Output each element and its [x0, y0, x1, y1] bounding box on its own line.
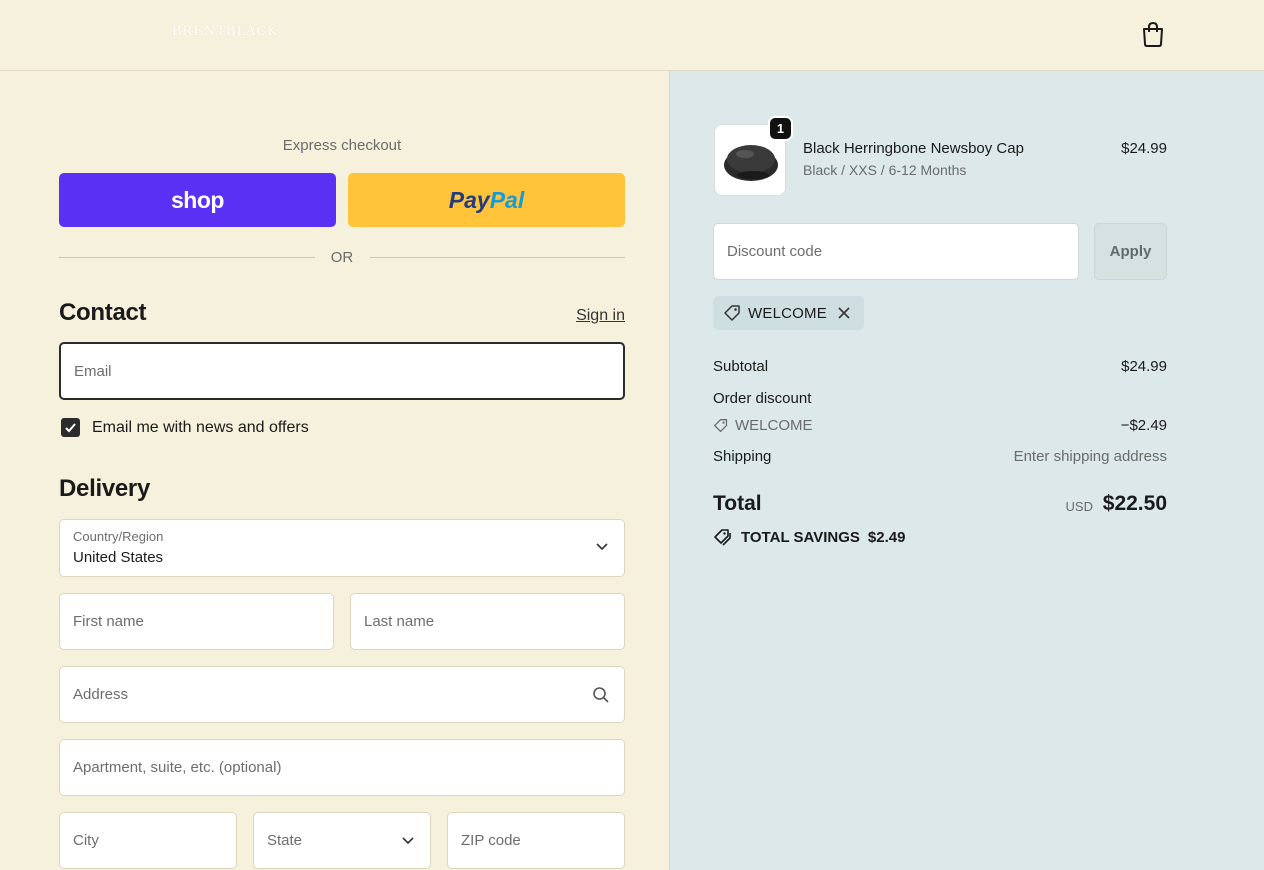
order-discount-label: Order discount — [713, 390, 812, 407]
state-value: State — [267, 832, 303, 849]
applied-discount-code: WELCOME — [748, 305, 827, 322]
chevron-down-icon — [596, 543, 608, 551]
address-input[interactable] — [60, 667, 624, 722]
country-label: Country/Region — [73, 529, 164, 544]
last-name-field[interactable] — [350, 593, 625, 650]
paypal-label-pal: Pal — [489, 186, 525, 213]
email-field[interactable] — [59, 342, 625, 400]
shop-pay-label: shop — [171, 186, 224, 213]
chevron-down-icon — [402, 837, 414, 845]
header: BRENTBLACK — [0, 0, 1264, 71]
newsletter-label[interactable]: Email me with news and offers — [92, 419, 309, 437]
country-value: United States — [73, 549, 164, 566]
subtotal-value: $24.99 — [1121, 358, 1167, 375]
shipping-label: Shipping — [713, 448, 772, 465]
country-select[interactable]: Country/Region United States — [59, 519, 625, 577]
delivery-heading: Delivery — [59, 475, 150, 502]
total-label: Total — [713, 492, 762, 515]
order-discount-code: WELCOME — [735, 417, 813, 434]
order-summary: 1 Black Herringbone Newsboy Cap Black / … — [669, 71, 1264, 870]
subtotal-label: Subtotal — [713, 358, 769, 375]
or-label: OR — [330, 249, 354, 266]
zip-field[interactable] — [447, 812, 625, 869]
discount-code-input[interactable] — [714, 224, 1078, 279]
email-input[interactable] — [61, 344, 623, 398]
apply-button[interactable]: Apply — [1094, 223, 1167, 280]
tag-icon — [714, 418, 728, 432]
store-logo[interactable]: BRENTBLACK — [172, 24, 278, 39]
express-checkout-title: Express checkout — [282, 137, 402, 154]
total-value: $22.50 — [1102, 492, 1167, 515]
first-name-input[interactable] — [60, 594, 333, 649]
contact-heading: Contact — [59, 299, 147, 326]
city-field[interactable] — [59, 812, 237, 869]
state-select[interactable]: State — [253, 812, 431, 869]
product-price: $24.99 — [1121, 140, 1167, 157]
apartment-input[interactable] — [60, 740, 624, 795]
last-name-input[interactable] — [351, 594, 624, 649]
applied-discount-chip: WELCOME — [713, 296, 864, 330]
order-discount-value: −$2.49 — [1120, 417, 1167, 434]
tag-icon — [724, 305, 740, 321]
checkout-form: Express checkout shop Pay Pal OR Contact … — [0, 71, 669, 870]
checkmark-icon — [65, 423, 76, 433]
address-field[interactable] — [59, 666, 625, 723]
order-discount-code-row: WELCOME — [713, 417, 813, 434]
first-name-field[interactable] — [59, 593, 334, 650]
product-name: Black Herringbone Newsboy Cap — [803, 140, 1024, 157]
discount-code-field[interactable] — [713, 223, 1079, 280]
close-icon[interactable] — [837, 306, 851, 320]
savings-value: $2.49 — [867, 528, 906, 546]
paypal-label-pay: Pay — [448, 186, 490, 213]
or-divider: OR — [59, 248, 625, 268]
shipping-value: Enter shipping address — [1013, 448, 1167, 465]
currency-code: USD — [1065, 499, 1093, 514]
apartment-field[interactable] — [59, 739, 625, 796]
shop-pay-button[interactable]: shop — [59, 173, 336, 227]
quantity-badge: 1 — [768, 116, 793, 141]
savings-label: TOTAL SAVINGS — [741, 528, 860, 546]
product-variant: Black / XXS / 6-12 Months — [803, 162, 967, 178]
paypal-button[interactable]: Pay Pal — [348, 173, 625, 227]
zip-input[interactable] — [448, 813, 624, 868]
newsletter-checkbox[interactable] — [61, 418, 80, 437]
tags-icon — [714, 529, 731, 546]
shopping-bag-icon[interactable] — [1141, 21, 1165, 47]
total-savings: TOTAL SAVINGS $2.49 — [713, 528, 905, 546]
sign-in-link[interactable]: Sign in — [540, 307, 625, 325]
search-icon — [593, 687, 609, 703]
city-input[interactable] — [60, 813, 236, 868]
